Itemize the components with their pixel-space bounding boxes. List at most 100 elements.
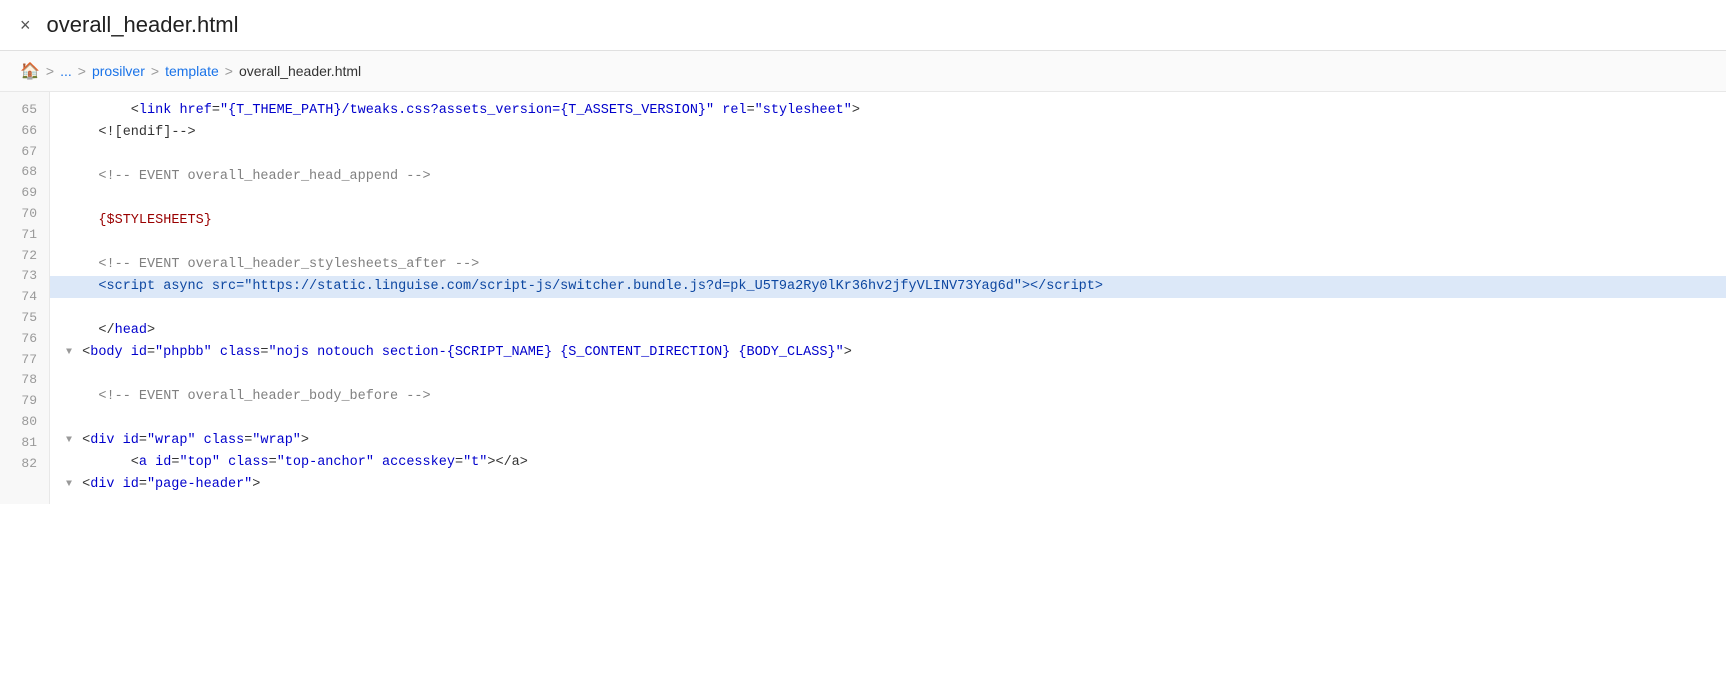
tok-plain — [115, 430, 123, 452]
tok-string: "phpbb" — [155, 342, 212, 364]
tok-tag: body — [90, 342, 122, 364]
tok-plain: < — [66, 100, 139, 122]
tok-plain: > — [301, 430, 309, 452]
tok-plain: = — [269, 452, 277, 474]
line-num-77: 77 — [0, 350, 49, 371]
line-num-76: 76 — [0, 329, 49, 350]
code-line-78: <!-- EVENT overall_header_body_before --… — [50, 386, 1726, 408]
tok-plain: > — [147, 320, 155, 342]
line-num-74: 74 — [0, 287, 49, 308]
tok-attr: id — [155, 452, 171, 474]
tok-string: "stylesheet" — [755, 100, 852, 122]
tok-tag: a — [139, 452, 147, 474]
tok-attr: class — [204, 430, 245, 452]
breadcrumb: 🏠 > ... > prosilver > template > overall… — [0, 51, 1726, 92]
tok-plain — [66, 386, 98, 408]
tok-plain — [220, 452, 228, 474]
tok-string: "{T_THEME_PATH}/tweaks.css?assets_versio… — [220, 100, 714, 122]
line-num-70: 70 — [0, 204, 49, 225]
tok-attr: id — [123, 430, 139, 452]
breadcrumb-item-0[interactable]: ... — [60, 63, 72, 79]
line-num-80: 80 — [0, 412, 49, 433]
code-line-75: </head> — [50, 320, 1726, 342]
tok-plain — [66, 166, 98, 188]
code-editor: 65 66 67 68 69 70 71 72 73 74 75 76 77 7… — [0, 92, 1726, 504]
breadcrumb-item-current: overall_header.html — [239, 63, 361, 79]
line-num-67: 67 — [0, 142, 49, 163]
fold-arrow-82[interactable]: ▼ — [66, 477, 72, 493]
line-num-66: 66 — [0, 121, 49, 142]
tok-plain — [66, 210, 98, 232]
breadcrumb-home-icon[interactable]: 🏠 — [20, 61, 40, 81]
fold-arrow-76[interactable]: ▼ — [66, 345, 72, 361]
tok-plain: < — [74, 474, 90, 496]
tok-plain: = — [139, 474, 147, 496]
line-num-79: 79 — [0, 391, 49, 412]
breadcrumb-sep-0: > — [46, 63, 54, 79]
line-num-65: 65 — [0, 100, 49, 121]
code-line-71 — [50, 232, 1726, 254]
breadcrumb-sep-2: > — [151, 63, 159, 79]
line-num-72: 72 — [0, 246, 49, 267]
line-num-82: 82 — [0, 454, 49, 475]
line-num-69: 69 — [0, 183, 49, 204]
line-numbers: 65 66 67 68 69 70 71 72 73 74 75 76 77 7… — [0, 92, 50, 504]
line-num-75: 75 — [0, 308, 49, 329]
tok-string: "nojs notouch section-{SCRIPT_NAME} {S_C… — [269, 342, 844, 364]
tok-plain: = — [139, 430, 147, 452]
tok-plain: = — [171, 452, 179, 474]
tok-tag: link — [139, 100, 171, 122]
tok-attr: id — [123, 474, 139, 496]
tok-template: {$STYLESHEETS} — [98, 210, 211, 232]
code-line-80: ▼ <div id="wrap" class="wrap"> — [50, 430, 1726, 452]
code-line-65: <link href="{T_THEME_PATH}/tweaks.css?as… — [50, 100, 1726, 122]
tok-plain — [374, 452, 382, 474]
code-line-67 — [50, 144, 1726, 166]
tok-plain — [115, 474, 123, 496]
tok-plain: < — [66, 452, 139, 474]
tok-tag: div — [90, 430, 114, 452]
code-line-77 — [50, 364, 1726, 386]
tok-plain: = — [455, 452, 463, 474]
line-num-68: 68 — [0, 162, 49, 183]
code-content: <link href="{T_THEME_PATH}/tweaks.css?as… — [50, 92, 1726, 504]
tok-plain: > — [844, 342, 852, 364]
tok-plain: <![endif]--> — [66, 122, 196, 144]
line-num-71: 71 — [0, 225, 49, 246]
tok-tag: div — [90, 474, 114, 496]
tok-attr: class — [220, 342, 261, 364]
close-button[interactable]: × — [20, 16, 31, 34]
tok-plain — [212, 342, 220, 364]
tok-plain: > — [252, 474, 260, 496]
tok-string: "top-anchor" — [277, 452, 374, 474]
breadcrumb-sep-1: > — [78, 63, 86, 79]
code-line-68: <!-- EVENT overall_header_head_append --… — [50, 166, 1726, 188]
tok-attr: accesskey — [382, 452, 455, 474]
tok-plain: = — [147, 342, 155, 364]
fold-arrow-80[interactable]: ▼ — [66, 433, 72, 449]
tok-comment: <!-- EVENT overall_header_head_append --… — [98, 166, 430, 188]
code-line-66: <![endif]--> — [50, 122, 1726, 144]
file-title: overall_header.html — [47, 12, 239, 38]
code-line-79 — [50, 408, 1726, 430]
tok-plain — [714, 100, 722, 122]
line-num-78: 78 — [0, 370, 49, 391]
breadcrumb-item-prosilver[interactable]: prosilver — [92, 63, 145, 79]
tok-attr: rel — [722, 100, 746, 122]
tok-string: "wrap" — [147, 430, 196, 452]
tok-plain: = — [212, 100, 220, 122]
tok-plain — [66, 254, 98, 276]
code-line-72: <!-- EVENT overall_header_stylesheets_af… — [50, 254, 1726, 276]
tok-comment: <!-- EVENT overall_header_stylesheets_af… — [98, 254, 479, 276]
breadcrumb-item-template[interactable]: template — [165, 63, 219, 79]
tok-plain: </ — [66, 320, 115, 342]
tok-attr: id — [131, 342, 147, 364]
tok-plain — [123, 342, 131, 364]
tok-string: "wrap" — [252, 430, 301, 452]
code-line-76: ▼ <body id="phpbb" class="nojs notouch s… — [50, 342, 1726, 364]
tok-comment: <!-- EVENT overall_header_body_before --… — [98, 386, 430, 408]
tok-plain — [196, 430, 204, 452]
title-bar: × overall_header.html — [0, 0, 1726, 51]
tok-attr: href — [179, 100, 211, 122]
tok-plain: ></a> — [487, 452, 528, 474]
